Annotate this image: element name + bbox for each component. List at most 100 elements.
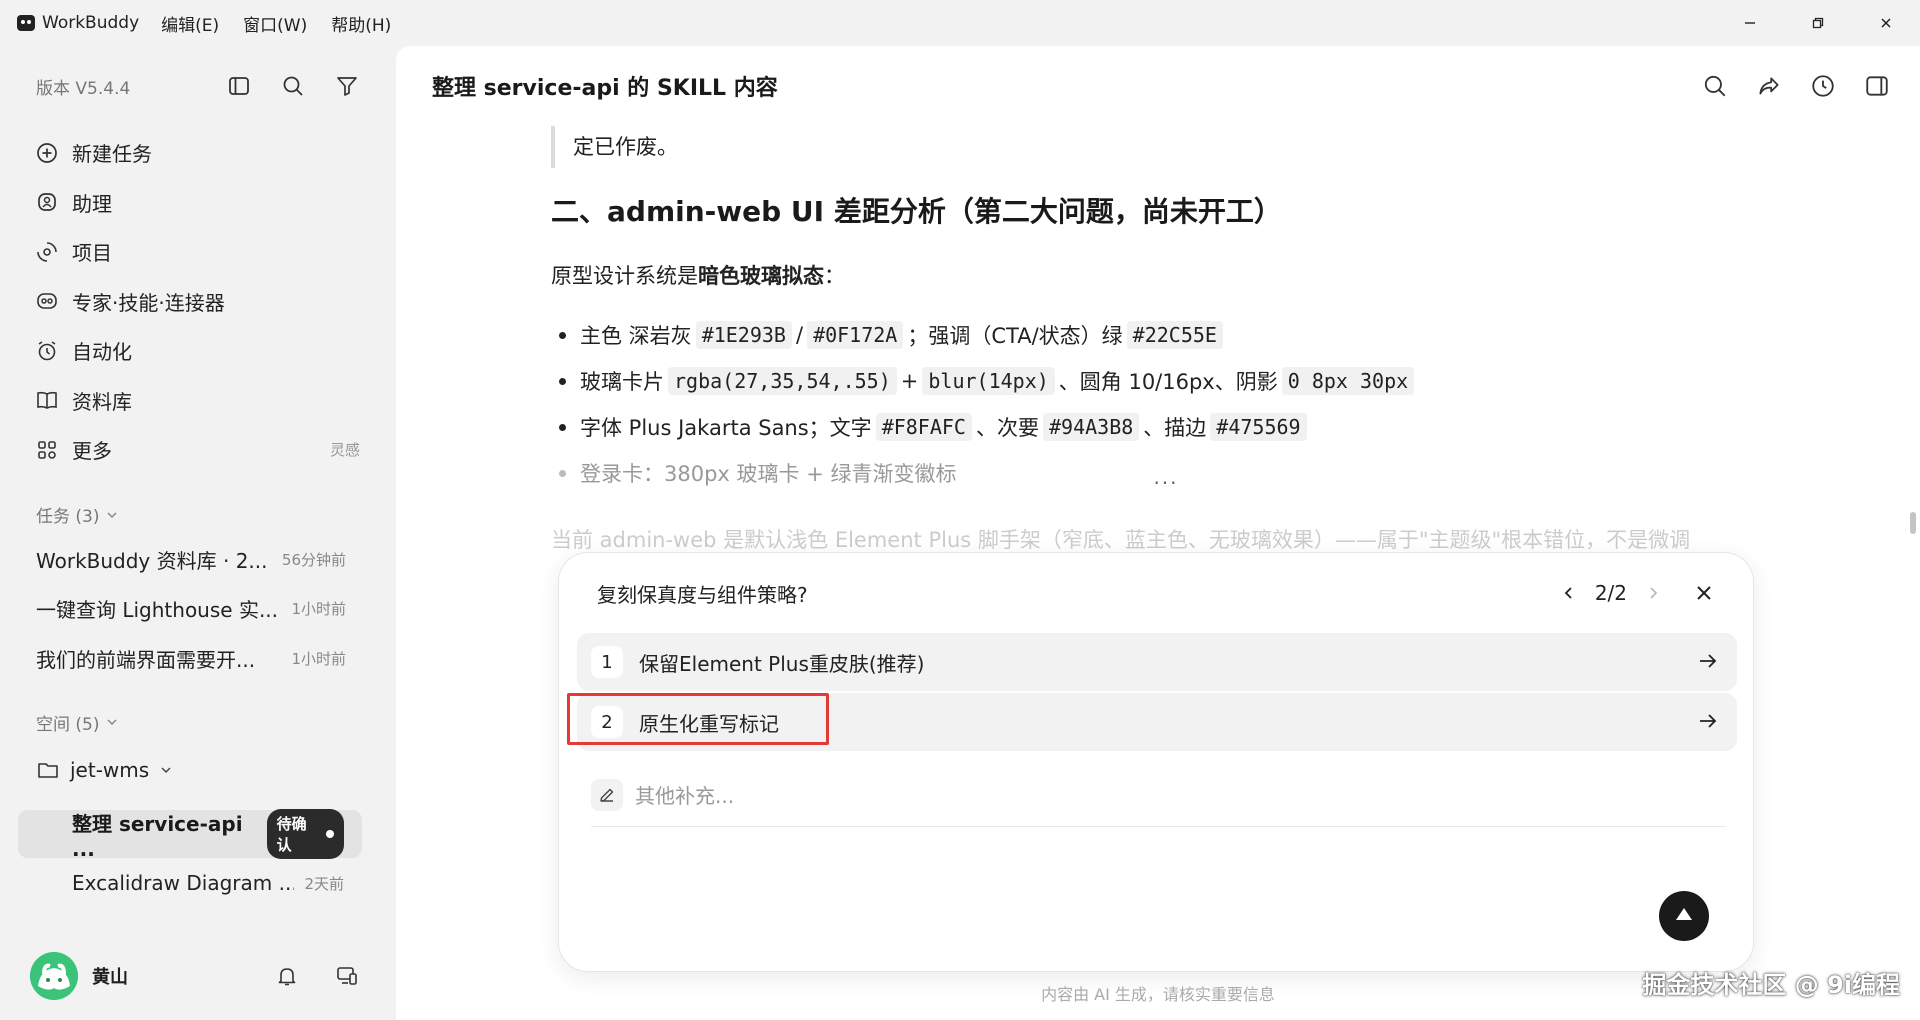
inline-code: #1E293B	[695, 321, 792, 349]
nav-library[interactable]: 资料库	[0, 376, 396, 426]
nav-label: 更多	[72, 439, 112, 464]
tasks-section-label: 任务 (3)	[36, 507, 100, 527]
notifications-button[interactable]	[274, 963, 300, 989]
nav-more[interactable]: 更多 灵感	[0, 425, 396, 475]
nav-label: 自动化	[72, 340, 132, 365]
nav-label: 助理	[72, 191, 112, 216]
option-label: 保留Element Plus重皮肤(推荐)	[639, 651, 925, 676]
pencil-icon	[591, 778, 623, 811]
other-input[interactable]: 其他补充...	[591, 763, 1726, 827]
title-bar: WorkBuddy 编辑(E) 窗口(W) 帮助(H)	[0, 0, 1920, 46]
inline-code: 0 8px 30px	[1281, 367, 1415, 395]
nav-experts[interactable]: 专家·技能·连接器	[0, 277, 396, 327]
dialog-pager: 2/2	[1561, 581, 1713, 605]
inline-code: blur(14px)	[922, 367, 1055, 395]
active-task-title: 整理 service-api ...	[72, 811, 243, 861]
more-options-button[interactable]: ···	[1141, 464, 1191, 502]
avatar[interactable]	[30, 952, 78, 1000]
bullet-text: +	[900, 369, 919, 393]
version-label: 版本 V5.4.4	[36, 78, 131, 99]
sub-task-title: Excalidraw Diagram ...	[72, 871, 295, 895]
nav-label: 新建任务	[72, 142, 152, 167]
close-window-button[interactable]	[1852, 0, 1920, 46]
filter-icon	[337, 77, 357, 96]
active-task-item[interactable]: 整理 service-api ... 待确认	[18, 809, 362, 861]
status-badge-label: 待确认	[276, 815, 307, 854]
task-title: 一键查询 Lighthouse 实...	[36, 598, 279, 623]
option-number: 1	[591, 646, 623, 678]
highlight-annotation	[567, 693, 829, 745]
sub-task-item[interactable]: Excalidraw Diagram ... 2天前	[18, 859, 362, 907]
nav-assistant[interactable]: 助理	[0, 178, 396, 228]
devices-icon	[337, 967, 357, 985]
sidebar-panel-icon	[229, 77, 249, 95]
filter-button[interactable]	[334, 73, 360, 99]
task-item[interactable]: 一键查询 Lighthouse 实... 1小时前	[0, 584, 396, 634]
devices-button[interactable]	[334, 963, 360, 989]
paragraph-text: 原型设计系统是	[551, 264, 698, 288]
scrollbar-thumb[interactable]	[1910, 512, 1916, 534]
menu-window[interactable]: 窗口(W)	[243, 11, 307, 36]
folder-jet-wms[interactable]: jet-wms	[0, 745, 396, 795]
grid-icon	[34, 437, 60, 463]
arrow-right-icon	[1700, 714, 1717, 728]
expert-icon	[34, 288, 60, 314]
paragraph-bold: 暗色玻璃拟态	[698, 264, 824, 288]
nav-new-task[interactable]: 新建任务	[0, 128, 396, 178]
task-time: 1小时前	[291, 649, 346, 668]
history-button[interactable]	[1810, 73, 1836, 99]
chevron-right-icon[interactable]	[1645, 585, 1661, 601]
bullet-list: 主色 深岩灰 #1E293B / #0F172A ；强调（CTA/状态）绿 #2…	[551, 312, 1691, 496]
arrow-right-icon	[1700, 654, 1717, 668]
question-dialog: 复刻保真度与组件策略? 2/2 1 保留Element Plus重皮肤(推荐) …	[558, 552, 1754, 972]
toggle-right-panel-button[interactable]	[1864, 73, 1890, 99]
menu-help[interactable]: 帮助(H)	[331, 11, 391, 36]
share-button[interactable]	[1756, 73, 1782, 99]
close-icon	[1881, 18, 1891, 28]
status-badge: 待确认	[266, 809, 344, 859]
restore-button[interactable]	[1784, 0, 1852, 46]
nav-label: 项目	[72, 241, 112, 266]
menu-bar: 编辑(E) 窗口(W) 帮助(H)	[161, 11, 391, 36]
list-item: 字体 Plus Jakarta Sans；文字 #F8FAFC 、次要 #94A…	[551, 404, 1691, 450]
inspiration-link[interactable]: 灵感	[330, 439, 360, 460]
clock-icon	[1812, 75, 1834, 97]
nav-label: 专家·技能·连接器	[72, 290, 225, 315]
paragraph-suffix: ：	[824, 264, 845, 288]
status-dot	[326, 830, 334, 838]
inline-code: #0F172A	[807, 321, 904, 349]
bullet-text: 、描边	[1143, 416, 1207, 440]
dialog-header: 复刻保真度与组件策略? 2/2	[559, 553, 1753, 633]
option-1[interactable]: 1 保留Element Plus重皮肤(推荐)	[577, 633, 1737, 691]
inline-code: #475569	[1210, 413, 1307, 441]
task-item[interactable]: 我们的前端界面需要开... 1小时前	[0, 634, 396, 684]
task-title: WorkBuddy 资料库 · 2...	[36, 548, 268, 573]
sidebar-search-button[interactable]	[280, 73, 306, 99]
assistant-icon	[34, 189, 60, 215]
bullet-text: 字体 Plus Jakarta Sans；文字	[580, 416, 872, 440]
menu-edit[interactable]: 编辑(E)	[161, 11, 219, 36]
list-item: 主色 深岩灰 #1E293B / #0F172A ；强调（CTA/状态）绿 #2…	[551, 312, 1691, 358]
search-button[interactable]	[1702, 73, 1728, 99]
spaces-section-toggle[interactable]: 空间 (5)	[0, 699, 396, 745]
user-bar: 黄山	[0, 932, 396, 1020]
minimize-button[interactable]	[1716, 0, 1784, 46]
sidebar-header: 版本 V5.4.4	[0, 46, 396, 126]
chevron-left-icon[interactable]	[1561, 585, 1577, 601]
inline-code: #94A3B8	[1042, 413, 1140, 441]
section-heading: 二、admin-web UI 差距分析（第二大问题，尚未开工）	[551, 195, 1282, 228]
chevron-down-icon	[107, 511, 118, 518]
blockquote: 定已作废。	[551, 126, 1691, 168]
nav-automation[interactable]: 自动化	[0, 326, 396, 376]
task-item[interactable]: WorkBuddy 资料库 · 2... 56分钟前	[0, 535, 396, 585]
nav-project[interactable]: 项目	[0, 227, 396, 277]
alarm-clock-icon	[34, 338, 60, 364]
inline-code: #22C55E	[1126, 321, 1223, 349]
panel-right-icon	[1866, 76, 1888, 96]
toggle-sidebar-button[interactable]	[226, 73, 252, 99]
restore-icon	[1812, 17, 1824, 29]
tasks-section-toggle[interactable]: 任务 (3)	[0, 495, 396, 535]
close-dialog-icon[interactable]	[1695, 584, 1713, 602]
submit-button[interactable]	[1659, 891, 1709, 941]
task-time: 1小时前	[291, 600, 346, 619]
